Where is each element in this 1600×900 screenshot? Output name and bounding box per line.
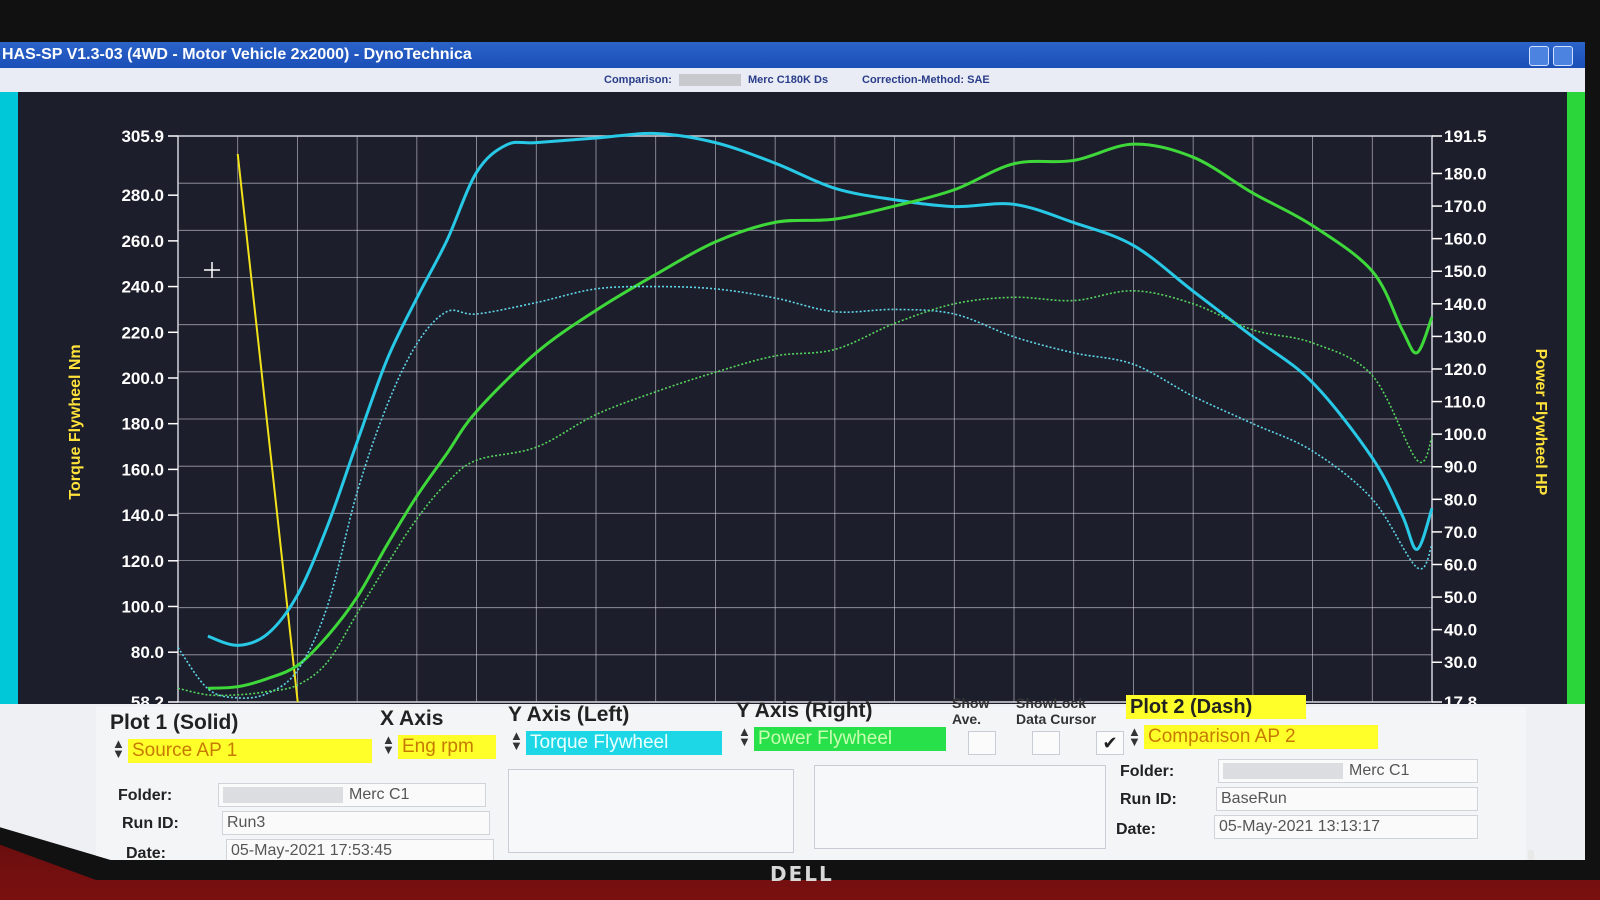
plot2-runid-field[interactable]: BaseRun [1216, 787, 1478, 811]
y-left-tick-label: 180.0 [121, 415, 164, 434]
plot-area: Torque Flywheel Nm Power Flywheel HP 200… [0, 92, 1585, 704]
minimize-button[interactable] [1529, 46, 1549, 66]
title-bar[interactable]: HAS-SP V1.3-03 (4WD - Motor Vehicle 2x20… [0, 42, 1585, 68]
power-indicator [1528, 850, 1534, 860]
y-left-spinner[interactable]: ▲ ▼ [510, 729, 523, 752]
correction-label: Correction-Method: [862, 74, 965, 86]
redacted-block [678, 74, 741, 87]
plot1-folder-label: Folder: [118, 787, 173, 804]
y-left-tick-label: 305.9 [121, 127, 164, 146]
control-panel: Plot 1 (Solid) ▲ ▼ Source AP 1 X Axis ▲ ▼ … [96, 695, 1526, 860]
y-right-tick-label: 160.0 [1444, 230, 1487, 249]
y-right-tick-label: 120.0 [1444, 360, 1487, 379]
plot2-folder-label: Folder: [1120, 763, 1175, 780]
redacted-block [1223, 762, 1343, 779]
x-axis-select[interactable]: Eng rpm [398, 735, 496, 759]
y-right-tick-label: 180.0 [1444, 164, 1487, 183]
redacted-block [223, 786, 343, 803]
correction-info: Correction-Method: SAE [862, 74, 990, 86]
y-right-title: Y Axis (Right) [736, 699, 873, 722]
plot2-folder-field[interactable]: Merc C1 [1218, 759, 1478, 783]
y-left-select[interactable]: Torque Flywheel [526, 731, 722, 755]
plot1-runid-label: Run ID: [122, 815, 179, 832]
y-right-tick-label: 50.0 [1444, 588, 1477, 607]
plot1-title: Plot 1 (Solid) [110, 711, 239, 734]
y-left-tick-label: 100.0 [121, 597, 164, 616]
show-data-cursor-checkbox[interactable] [1032, 731, 1060, 755]
correction-value: SAE [967, 74, 990, 86]
y-right-tick-label: 30.0 [1444, 653, 1477, 672]
plot1-folder-value: Merc C1 [349, 786, 410, 803]
plot2-title: Plot 2 (Dash) [1126, 695, 1306, 719]
y-right-tick-label: 130.0 [1444, 327, 1487, 346]
y-right-tick-label: 191.5 [1444, 127, 1487, 146]
y-left-title: Y Axis (Left) [508, 703, 630, 726]
plot1-notes-box[interactable] [508, 769, 794, 853]
y-right-tick-label: 100.0 [1444, 425, 1487, 444]
show-ave-label-line1: Show [952, 695, 990, 711]
plot2-source-select[interactable]: Comparison AP 2 [1144, 725, 1378, 749]
y-left-tick-label: 120.0 [121, 552, 164, 571]
comparison-value: Merc C180K Ds [747, 74, 829, 86]
plot2-folder-value: Merc C1 [1349, 762, 1410, 779]
x-axis-title: X Axis [380, 707, 444, 730]
info-bar: Comparison: Merc C180K Ds Correction-Met… [0, 68, 1585, 92]
y-left-tick-label: 220.0 [121, 323, 164, 342]
y-right-tick-label: 150.0 [1444, 262, 1487, 281]
y-right-spinner[interactable]: ▲ ▼ [738, 725, 751, 748]
showlock-label-line1: ShowLock [1016, 695, 1087, 711]
plot2-date-label: Date: [1116, 821, 1157, 838]
y-right-tick-label: 60.0 [1444, 555, 1477, 574]
showlock-label-line2: Data Cursor [1016, 711, 1097, 727]
window-title: HAS-SP V1.3-03 (4WD - Motor Vehicle 2x20… [2, 46, 472, 63]
plot2-notes-box[interactable] [814, 765, 1106, 849]
plot2-source-spinner[interactable]: ▲ ▼ [1128, 725, 1141, 748]
comparison-info: Comparison: Merc C180K Ds [604, 74, 829, 87]
plot1-folder-field[interactable]: Merc C1 [218, 783, 486, 807]
plot2-date-field[interactable]: 05-May-2021 13:13:17 [1214, 815, 1478, 839]
y-right-tick-label: 40.0 [1444, 621, 1477, 640]
plot1-date-field[interactable]: 05-May-2021 17:53:45 [226, 839, 494, 860]
y-right-tick-label: 170.0 [1444, 197, 1487, 216]
y-right-tick-label: 80.0 [1444, 490, 1477, 509]
y-left-tick-label: 80.0 [131, 643, 164, 662]
show-ave-label-line2: Ave. [952, 711, 982, 727]
show-ave-checkbox[interactable] [968, 731, 996, 755]
plot1-source-spinner[interactable]: ▲ ▼ [112, 737, 125, 760]
y-left-axis-label: Torque Flywheel Nm [67, 344, 84, 499]
plot1-runid-field[interactable]: Run3 [222, 811, 490, 835]
y-left-tick-label: 200.0 [121, 369, 164, 388]
y-right-tick-label: 17.8 [1444, 693, 1477, 704]
y-left-tick-label: 58.2 [131, 693, 164, 704]
y-right-tick-label: 70.0 [1444, 523, 1477, 542]
y-left-tick-label: 240.0 [121, 278, 164, 297]
x-axis-spinner[interactable]: ▲ ▼ [382, 733, 395, 756]
maximize-button[interactable] [1553, 46, 1573, 66]
plot2-runid-label: Run ID: [1120, 791, 1177, 808]
y-left-tick-label: 260.0 [121, 232, 164, 251]
y-right-tick-label: 90.0 [1444, 458, 1477, 477]
comparison-label: Comparison: [604, 74, 672, 86]
y-right-tick-label: 110.0 [1444, 393, 1486, 412]
y-left-tick-label: 140.0 [121, 506, 164, 525]
dyno-chart[interactable]: Torque Flywheel Nm Power Flywheel HP 200… [0, 92, 1585, 704]
app-window: HAS-SP V1.3-03 (4WD - Motor Vehicle 2x20… [0, 42, 1585, 860]
lock-data-cursor-checkbox[interactable]: ✔ [1096, 731, 1124, 755]
y-right-select[interactable]: Power Flywheel [754, 727, 946, 751]
y-left-tick-label: 160.0 [121, 460, 164, 479]
monitor: HAS-SP V1.3-03 (4WD - Motor Vehicle 2x20… [0, 0, 1600, 900]
y-right-tick-label: 140.0 [1444, 295, 1487, 314]
monitor-brand-logo: DELL [770, 862, 834, 886]
y-left-tick-label: 280.0 [121, 186, 164, 205]
y-right-axis-label: Power Flywheel HP [1532, 349, 1549, 496]
plot1-source-select[interactable]: Source AP 1 [128, 739, 372, 763]
